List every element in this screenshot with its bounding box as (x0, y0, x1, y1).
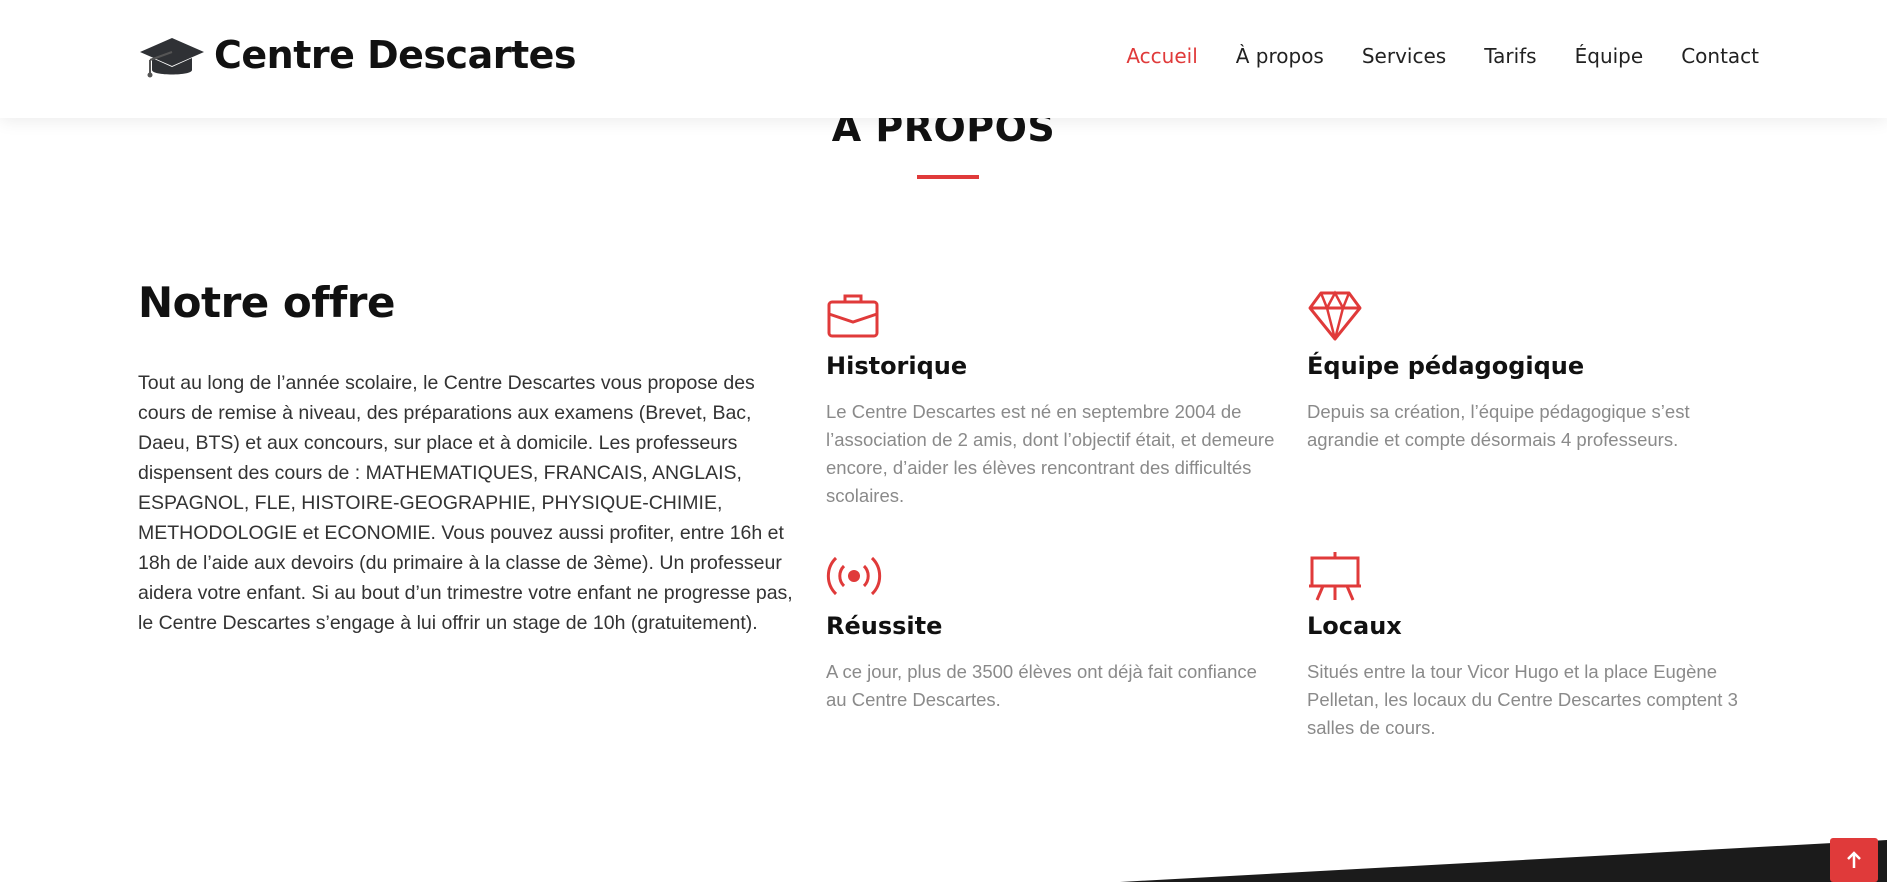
back-to-top-button[interactable] (1830, 838, 1878, 882)
arrow-up-icon (1847, 851, 1861, 868)
nav-equipe[interactable]: Équipe (1575, 44, 1644, 68)
main-nav: Accueil À propos Services Tarifs Équipe … (1126, 44, 1759, 68)
nav-a-propos[interactable]: À propos (1236, 44, 1324, 68)
nav-tarifs[interactable]: Tarifs (1484, 44, 1536, 68)
nav-accueil[interactable]: Accueil (1126, 44, 1197, 68)
nav-services[interactable]: Services (1362, 44, 1446, 68)
nav-contact[interactable]: Contact (1681, 44, 1759, 68)
site-header: Centre Descartes Accueil À propos Servic… (0, 0, 1887, 118)
graduation-cap-icon (140, 38, 204, 78)
footer-diagonal-band (1120, 840, 1887, 882)
brand-name: Centre Descartes (214, 33, 577, 77)
brand-logo[interactable]: Centre Descartes (138, 30, 577, 80)
